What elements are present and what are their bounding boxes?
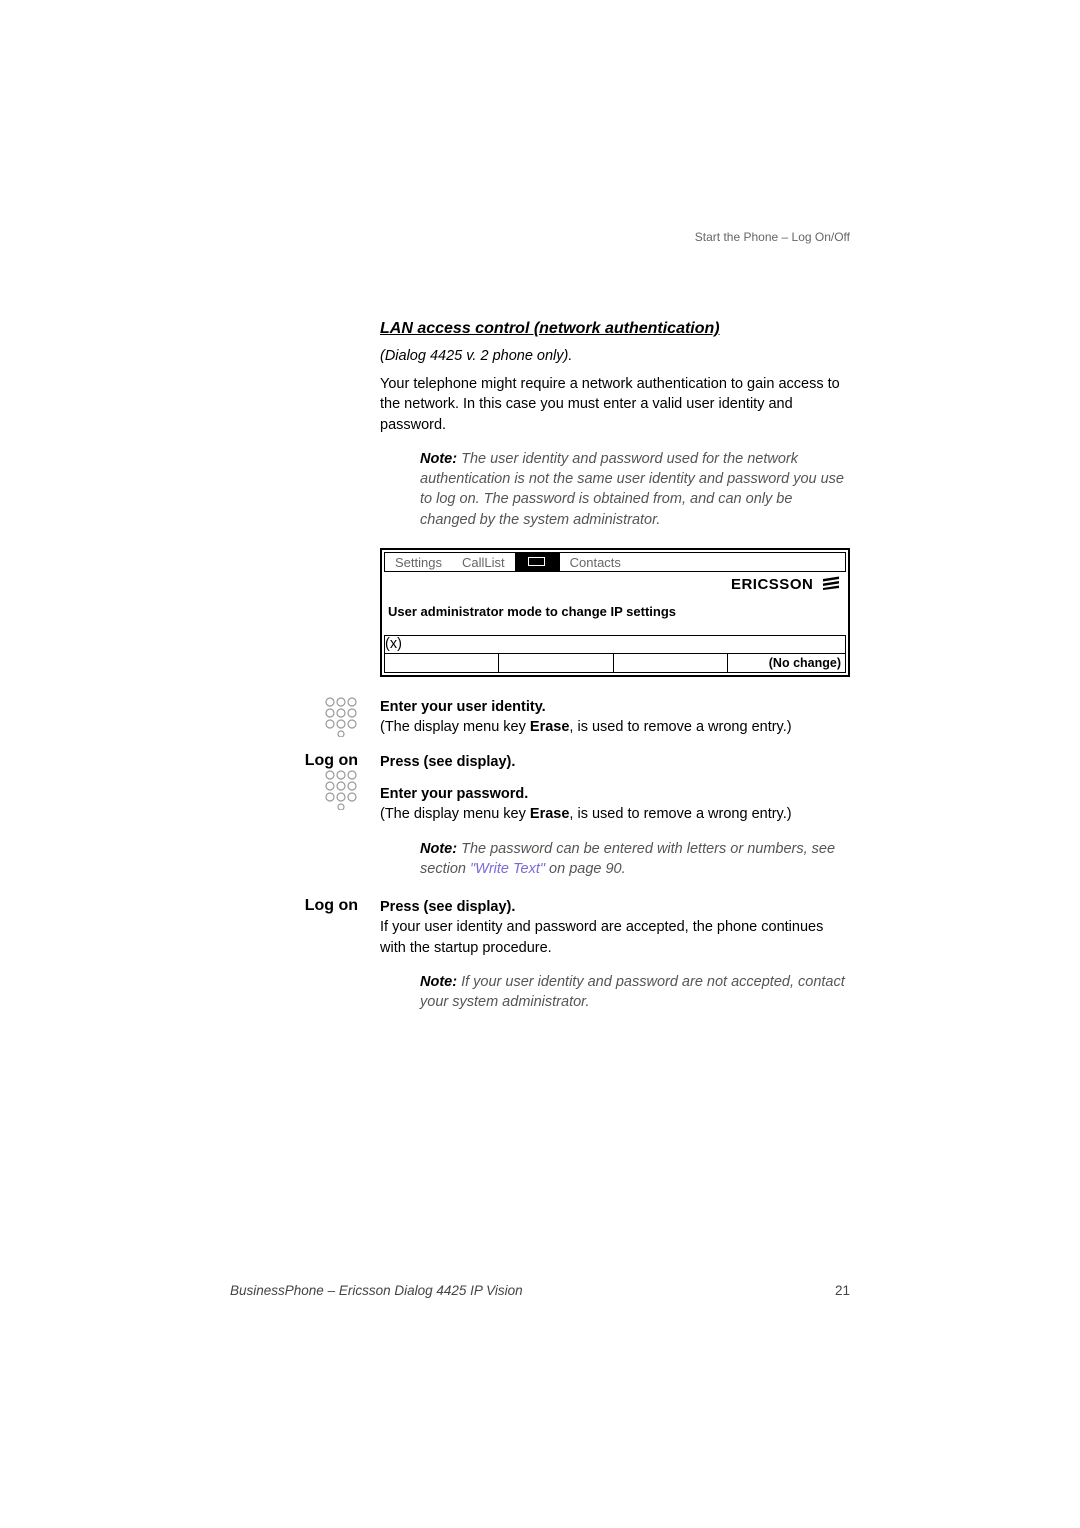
phone-display-nochange: (No change) xyxy=(728,654,845,672)
step-1-paren: (The display menu key Erase, is used to … xyxy=(380,719,792,735)
step-3-bold: Enter your password. xyxy=(380,786,528,802)
logon-label-2: Log on xyxy=(305,897,358,914)
write-text-link[interactable]: "Write Text" xyxy=(470,861,545,877)
step-2-left: Log on xyxy=(230,752,380,825)
step-2-bold: Press (see display). xyxy=(380,754,515,770)
brand-text: ERICSSON xyxy=(731,576,813,593)
note-label: Note: xyxy=(420,451,457,467)
note-1: Note: The user identity and password use… xyxy=(420,449,850,530)
footer-page-number: 21 xyxy=(835,1283,850,1298)
logon-label-1: Log on xyxy=(305,752,358,769)
keypad-icon xyxy=(324,770,358,810)
phone-display-cell-1 xyxy=(385,654,499,672)
note-label: Note: xyxy=(420,974,457,990)
note-label: Note: xyxy=(420,841,457,857)
step-4-bold: Press (see display). xyxy=(380,899,515,915)
step-4-text: Press (see display). If your user identi… xyxy=(380,897,850,958)
step-3-paren: (The display menu key Erase, is used to … xyxy=(380,806,792,822)
tab-settings: Settings xyxy=(385,555,452,570)
phone-brand: ERICSSON xyxy=(382,572,848,594)
phone-display-x: (x) xyxy=(385,636,845,652)
note-text: The user identity and password used for … xyxy=(420,451,844,528)
ericsson-logo-icon xyxy=(822,576,842,594)
footer-title: BusinessPhone – Ericsson Dialog 4425 IP … xyxy=(230,1283,523,1298)
step-4-row: Log on Press (see display). If your user… xyxy=(230,897,850,958)
phone-display-topbar: Settings CallList Contacts xyxy=(384,552,846,572)
tab-divider-icon xyxy=(515,553,560,571)
step-4-left: Log on xyxy=(230,897,380,958)
tab-contacts: Contacts xyxy=(560,555,631,570)
keypad-icon xyxy=(324,697,358,737)
page-footer: BusinessPhone – Ericsson Dialog 4425 IP … xyxy=(230,1283,850,1298)
intro-paragraph: Your telephone might require a network a… xyxy=(380,374,850,435)
note-3: Note: If your user identity and password… xyxy=(420,972,850,1013)
step-4-body: If your user identity and password are a… xyxy=(380,919,823,955)
phone-display-message: User administrator mode to change IP set… xyxy=(382,594,848,635)
note-text: If your user identity and password are n… xyxy=(420,974,845,1010)
page-content: LAN access control (network authenticati… xyxy=(230,230,850,1031)
phone-display: Settings CallList Contacts ERICSSON User… xyxy=(380,548,850,677)
step-1-bold: Enter your user identity. xyxy=(380,699,546,715)
tab-calllist: CallList xyxy=(452,555,515,570)
section-heading: LAN access control (network authenticati… xyxy=(380,320,850,338)
phone-display-cell-3 xyxy=(614,654,728,672)
phone-display-cell-2 xyxy=(499,654,613,672)
step-1-left xyxy=(230,697,380,738)
step-1-text: Enter your user identity. (The display m… xyxy=(380,697,850,738)
section-subtitle: (Dialog 4425 v. 2 phone only). xyxy=(380,348,850,364)
phone-display-botbar: (No change) xyxy=(384,653,846,673)
step-2-text: Press (see display). Enter your password… xyxy=(380,752,850,825)
step-2-row: Log on Press (see display). Enter your p… xyxy=(230,752,850,825)
step-1-row: Enter your user identity. (The display m… xyxy=(230,697,850,738)
note-2: Note: The password can be entered with l… xyxy=(420,839,850,880)
phone-display-row-x: (x) xyxy=(384,635,846,653)
note-text-suffix: on page 90. xyxy=(545,861,626,877)
